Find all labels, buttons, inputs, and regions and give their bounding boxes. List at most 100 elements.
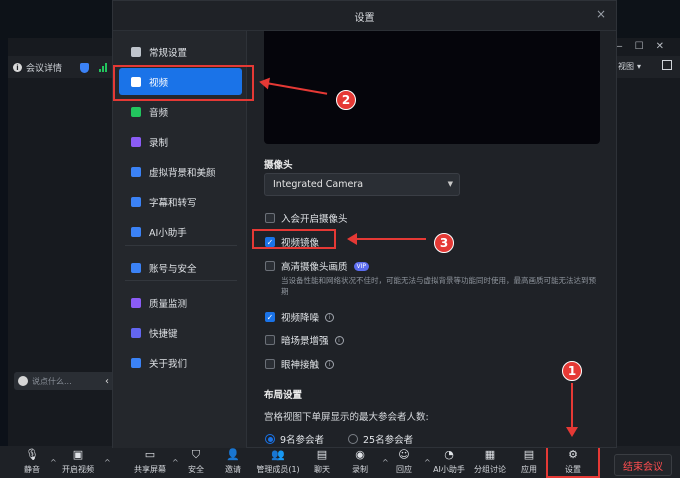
- dialog-header: 设置 ×: [113, 1, 616, 31]
- sidebar-item-subtitle[interactable]: 字幕和转写: [119, 188, 242, 215]
- info-icon[interactable]: i: [325, 312, 335, 322]
- end-meeting-button[interactable]: 结束会议: [614, 454, 672, 476]
- toolbar-share-screen-button[interactable]: ▭ 共享屏幕: [128, 449, 172, 475]
- about-icon: [131, 357, 141, 368]
- toolbar-label: 管理成员(1): [256, 465, 300, 474]
- info-icon[interactable]: i: [325, 359, 335, 369]
- security-shield-icon[interactable]: [80, 62, 90, 73]
- toolbar-ai-button[interactable]: ◔ AI小助手: [427, 449, 471, 475]
- camera-option-label: 视频降噪: [281, 313, 320, 324]
- camera-option-row[interactable]: 入会开启摄像头: [265, 211, 348, 225]
- invite-icon: 👤: [226, 448, 240, 461]
- ai-icon: ◔: [444, 448, 454, 461]
- shield-icon: ⛉: [191, 448, 201, 461]
- video-off-icon: ▣: [72, 448, 84, 461]
- sidebar-item-monitor[interactable]: 质量监测: [119, 289, 242, 316]
- reaction-icon: ☺: [398, 448, 410, 461]
- sidebar-item-account[interactable]: 账号与安全: [119, 254, 242, 281]
- video-settings-panel: 摄像头 Integrated Camera ▼ 入会开启摄像头 ✓ 视频镜像 高清摄像…: [248, 31, 617, 448]
- close-icon[interactable]: ×: [596, 7, 606, 21]
- sidebar-item-record[interactable]: 录制: [119, 128, 242, 155]
- layout-option[interactable]: 9名参会者: [265, 432, 324, 446]
- chevron-up-icon[interactable]: ^: [172, 458, 179, 467]
- sidebar-item-portrait[interactable]: 虚拟背景和美颜: [119, 158, 242, 185]
- signal-icon[interactable]: [99, 63, 108, 72]
- checkbox[interactable]: [265, 359, 275, 369]
- chat-quick-input[interactable]: 说点什么...: [14, 372, 112, 390]
- chevron-down-icon: ▼: [447, 180, 453, 188]
- sidebar-divider: [125, 280, 237, 281]
- meeting-info[interactable]: i 会议详情: [13, 61, 108, 74]
- camera-option-row[interactable]: ✓ 视频降噪 i: [265, 310, 335, 324]
- toolbar-record-button[interactable]: ◉ 录制: [338, 449, 382, 475]
- camera-option-label: 眼神接触: [281, 360, 320, 371]
- meeting-info-label: 会议详情: [26, 64, 63, 74]
- layout-section-title: 布局设置: [264, 390, 303, 401]
- chevron-up-icon[interactable]: ^: [424, 458, 431, 467]
- arrow-to-video-mirror: [347, 233, 426, 245]
- toolbar-video-off-button[interactable]: ▣ 开启视频: [56, 449, 100, 475]
- chevron-up-icon[interactable]: ^: [50, 458, 57, 467]
- window-controls: — ☐ ✕: [613, 41, 664, 52]
- toolbar-label: 共享屏幕: [134, 465, 166, 474]
- sidebar-item-label: 常规设置: [149, 47, 188, 59]
- sidebar-item-label: 质量监测: [149, 298, 188, 310]
- checkbox[interactable]: [265, 213, 275, 223]
- camera-option-row[interactable]: 暗场景增强 i: [265, 333, 344, 347]
- toolbar-label: AI小助手: [433, 465, 465, 474]
- checkbox[interactable]: [265, 261, 275, 271]
- emoji-icon[interactable]: [18, 376, 28, 386]
- toolbar-label: 应用: [521, 465, 537, 474]
- account-icon: [131, 262, 141, 273]
- camera-option-row[interactable]: 眼神接触 i: [265, 357, 335, 371]
- sidebar-item-label: 音频: [149, 107, 169, 119]
- checkbox[interactable]: ✓: [265, 312, 275, 322]
- radio-button[interactable]: [348, 434, 358, 444]
- camera-select-value: Integrated Camera: [273, 179, 364, 190]
- settings-highlight-box: [546, 445, 600, 478]
- sidebar-item-label: 关于我们: [149, 358, 188, 370]
- share-screen-icon: ▭: [144, 448, 156, 461]
- max-participants-label: 宫格视图下单屏显示的最大参会者人数:: [264, 412, 429, 423]
- step-badge-2: 2: [336, 90, 356, 110]
- toolbar-breakout-button[interactable]: ▦ 分组讨论: [468, 449, 512, 475]
- camera-select[interactable]: Integrated Camera ▼: [264, 173, 460, 196]
- toolbar-label: 安全: [188, 465, 204, 474]
- members-icon: 👥: [271, 448, 285, 461]
- sidebar-item-gear[interactable]: 常规设置: [119, 38, 242, 65]
- toolbar-label: 分组讨论: [474, 465, 506, 474]
- sidebar-divider: [125, 245, 237, 246]
- fullscreen-icon[interactable]: [662, 60, 672, 70]
- sidebar-item-label: 虚拟背景和美颜: [149, 167, 216, 179]
- radio-button[interactable]: [265, 434, 275, 444]
- speaker-icon: [131, 106, 141, 117]
- toolbar-members-button[interactable]: 👥 管理成员(1): [256, 449, 300, 475]
- view-button[interactable]: 视图 ▾: [618, 61, 641, 72]
- toolbar-apps-button[interactable]: ▤ 应用: [507, 449, 551, 475]
- sidebar-item-about[interactable]: 关于我们: [119, 349, 242, 376]
- sidebar-item-label: 字幕和转写: [149, 197, 197, 209]
- ai-icon: [131, 226, 141, 237]
- subtitle-icon: [131, 196, 141, 207]
- hd-quality-hint: 当设备性能和网络状况不佳时，可能无法与虚拟背景等功能同时使用，最高画质可能无法达…: [281, 276, 596, 296]
- checkbox[interactable]: [265, 335, 275, 345]
- chat-placeholder: 说点什么...: [32, 376, 72, 386]
- sidebar-item-ai[interactable]: AI小助手: [119, 218, 242, 245]
- camera-option-row[interactable]: 高清摄像头画质 VIP: [265, 259, 370, 273]
- info-icon[interactable]: i: [334, 335, 344, 345]
- layout-option[interactable]: 25名参会者: [348, 432, 413, 446]
- chevron-up-icon[interactable]: ^: [104, 458, 111, 467]
- layout-option-label: 9名参会者: [280, 435, 325, 446]
- toolbar-mic-button[interactable]: 🎙 静音: [10, 449, 54, 475]
- video-mirror-highlight-box: [252, 229, 336, 249]
- close-window-icon[interactable]: ✕: [656, 41, 664, 52]
- monitor-icon: [131, 297, 141, 308]
- toolbar-invite-button[interactable]: 👤 邀请: [211, 449, 255, 475]
- sidebar-item-speaker[interactable]: 音频: [119, 98, 242, 125]
- maximize-icon[interactable]: ☐: [635, 41, 644, 52]
- record-icon: [131, 136, 141, 147]
- sidebar-item-keyboard[interactable]: 快捷键: [119, 319, 242, 346]
- mic-icon: 🎙: [25, 448, 39, 461]
- chevron-up-icon[interactable]: ^: [382, 458, 389, 467]
- portrait-icon: [131, 166, 141, 177]
